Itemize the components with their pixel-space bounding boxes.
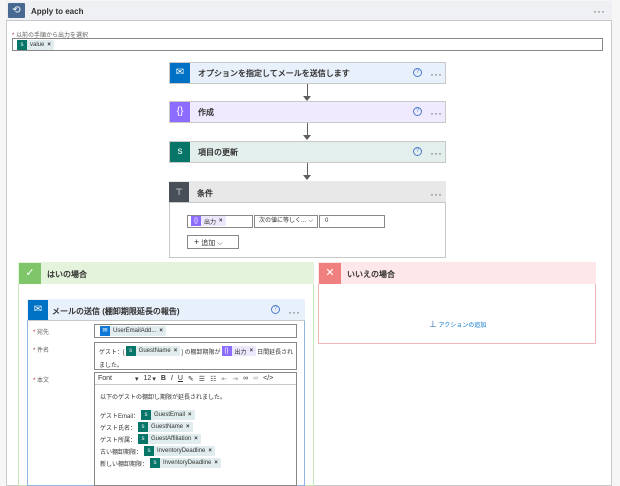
arrow-down-icon bbox=[303, 135, 311, 140]
link-icon[interactable]: ∞ bbox=[243, 375, 248, 382]
pen-icon[interactable]: ✎ bbox=[188, 375, 194, 383]
apply-more-icon[interactable]: ··· bbox=[593, 5, 605, 17]
sharepoint-icon: s bbox=[17, 40, 27, 50]
body-row: ゲスト所属： s GuestAffiliation × bbox=[100, 434, 201, 444]
chevron-down-icon[interactable]: ▾ bbox=[152, 375, 156, 383]
plus-icon: + bbox=[194, 237, 200, 247]
outlook-icon: ✉ bbox=[170, 63, 190, 83]
font-select[interactable]: Font bbox=[98, 375, 112, 382]
remove-token-icon: × bbox=[214, 460, 218, 466]
add-action-link[interactable]: ⊥ アクションの追加 bbox=[429, 319, 486, 330]
output-token[interactable]: {} 出力 × bbox=[191, 216, 226, 226]
update-item-card[interactable]: s 項目の更新 bbox=[169, 141, 446, 163]
guestname-token[interactable]: s GuestName × bbox=[125, 346, 181, 356]
help-icon[interactable]: ? bbox=[271, 305, 280, 314]
step-title: 作成 bbox=[198, 107, 214, 117]
condition-title: 条件 bbox=[197, 189, 213, 198]
remove-token-icon[interactable]: × bbox=[159, 328, 163, 334]
subject-line-2: ました。 bbox=[99, 363, 124, 369]
compose-card[interactable]: {} 作成 bbox=[169, 101, 446, 123]
body-row: ゲストEmail： s GuestEmail × bbox=[100, 410, 195, 420]
remove-token-icon: × bbox=[188, 412, 192, 418]
body-label: * 本文 bbox=[33, 378, 50, 384]
remove-token-icon[interactable]: × bbox=[47, 42, 51, 48]
font-size-select[interactable]: 12 bbox=[144, 375, 152, 382]
rich-text-toolbar: Font ▾ 12 ▾ B I U ✎ ☰ ☷ ⇤ ⇥ ∞ ∞ </> bbox=[95, 373, 296, 385]
check-icon: ✓ bbox=[19, 263, 41, 284]
numbered-list-icon[interactable]: ☷ bbox=[210, 375, 216, 383]
cross-icon: ✕ bbox=[319, 263, 341, 284]
add-condition-button[interactable]: + 追加 ⌵ bbox=[187, 235, 239, 249]
add-action-icon: ⊥ bbox=[429, 319, 437, 329]
value-token[interactable]: s value × bbox=[17, 40, 54, 50]
code-view-icon[interactable]: </> bbox=[263, 375, 273, 382]
sharepoint-icon: s bbox=[144, 446, 155, 456]
sharepoint-icon: s bbox=[138, 434, 149, 444]
compose-icon: {} bbox=[170, 102, 190, 122]
more-icon[interactable]: ··· bbox=[430, 68, 442, 80]
remove-token-icon: × bbox=[208, 448, 212, 454]
subject-label: * 件名 bbox=[33, 348, 50, 354]
more-icon[interactable]: ··· bbox=[430, 147, 442, 159]
compose-icon: {} bbox=[221, 346, 232, 356]
step-title: オプションを指定してメールを送信します bbox=[198, 68, 350, 78]
help-icon[interactable]: ? bbox=[413, 68, 422, 77]
arrow-down-icon bbox=[303, 175, 311, 180]
body-row: 新しい棚卸期限： s InventoryDeadline × bbox=[100, 458, 221, 468]
loop-icon: ⟲ bbox=[8, 3, 25, 18]
apply-input-field[interactable] bbox=[12, 38, 603, 51]
guestname-token[interactable]: s GuestName × bbox=[138, 422, 193, 432]
underline-icon[interactable]: U bbox=[178, 375, 183, 382]
sharepoint-icon: s bbox=[150, 458, 161, 468]
outlook-icon: ✉ bbox=[28, 300, 48, 320]
help-icon[interactable]: ? bbox=[413, 107, 422, 116]
inventorydeadline-token[interactable]: s InventoryDeadline × bbox=[144, 446, 215, 456]
send-mail-title: メールの送信 (棚卸期限延長の報告) bbox=[52, 307, 180, 316]
compose-icon: {} bbox=[191, 216, 201, 226]
body-row: 古い棚卸期限： s InventoryDeadline × bbox=[100, 446, 215, 456]
output-token[interactable]: {} 出力 × bbox=[221, 346, 257, 356]
remove-token-icon: × bbox=[194, 436, 198, 442]
inventorydeadline-token[interactable]: s InventoryDeadline × bbox=[150, 458, 221, 468]
outdent-icon[interactable]: ⇥ bbox=[232, 375, 238, 383]
chevron-down-icon: ⌵ bbox=[308, 218, 313, 224]
body-intro: 以下のゲストの棚卸し期限が延長されました。 bbox=[100, 395, 227, 401]
send-email-options-card[interactable]: ✉ オプションを指定してメールを送信します bbox=[169, 62, 446, 84]
sharepoint-icon: s bbox=[125, 346, 136, 356]
yes-branch-title: はいの場合 bbox=[47, 270, 87, 279]
body-row: ゲスト氏名： s GuestName × bbox=[100, 422, 193, 432]
subject-line: ゲスト：[ s GuestName × ] の棚卸期限が {} 出力 × 日間延長され bbox=[99, 346, 294, 356]
remove-token-icon: × bbox=[249, 348, 254, 354]
sharepoint-icon: s bbox=[138, 422, 149, 432]
to-label: * 宛先 bbox=[33, 330, 50, 336]
sharepoint-icon: s bbox=[141, 410, 152, 420]
italic-icon[interactable]: I bbox=[171, 375, 173, 382]
apply-to-each-header[interactable] bbox=[6, 1, 612, 21]
no-branch-title: いいえの場合 bbox=[347, 270, 395, 279]
remove-token-icon: × bbox=[186, 424, 190, 430]
help-icon[interactable]: ? bbox=[413, 147, 422, 156]
bullet-list-icon[interactable]: ☰ bbox=[199, 375, 205, 383]
condition-right-field[interactable]: 0 bbox=[319, 215, 385, 228]
remove-token-icon[interactable]: × bbox=[219, 218, 223, 224]
unlink-icon[interactable]: ∞ bbox=[253, 375, 258, 382]
indent-icon[interactable]: ⇤ bbox=[221, 375, 227, 383]
more-icon[interactable]: ··· bbox=[288, 306, 300, 318]
more-icon[interactable]: ··· bbox=[430, 107, 442, 119]
step-title: 項目の更新 bbox=[198, 147, 238, 157]
guestemail-token[interactable]: s GuestEmail × bbox=[141, 410, 195, 420]
user-email-token[interactable]: ✉ UserEmailAdd... × bbox=[100, 326, 166, 336]
guestaffiliation-token[interactable]: s GuestAffiliation × bbox=[138, 434, 201, 444]
outlook-icon: ✉ bbox=[100, 326, 110, 336]
apply-to-each-title: Apply to each bbox=[31, 7, 84, 16]
condition-more-icon[interactable]: ··· bbox=[430, 188, 442, 200]
condition-icon: ⊤ bbox=[169, 182, 189, 202]
chevron-down-icon: ⌵ bbox=[217, 240, 223, 247]
bold-icon[interactable]: B bbox=[161, 375, 166, 382]
chevron-down-icon[interactable]: ▾ bbox=[135, 375, 139, 383]
remove-token-icon: × bbox=[173, 348, 178, 354]
operator-select[interactable]: 次の値に等しく... ⌵ bbox=[254, 215, 318, 228]
sharepoint-icon: s bbox=[170, 142, 190, 162]
